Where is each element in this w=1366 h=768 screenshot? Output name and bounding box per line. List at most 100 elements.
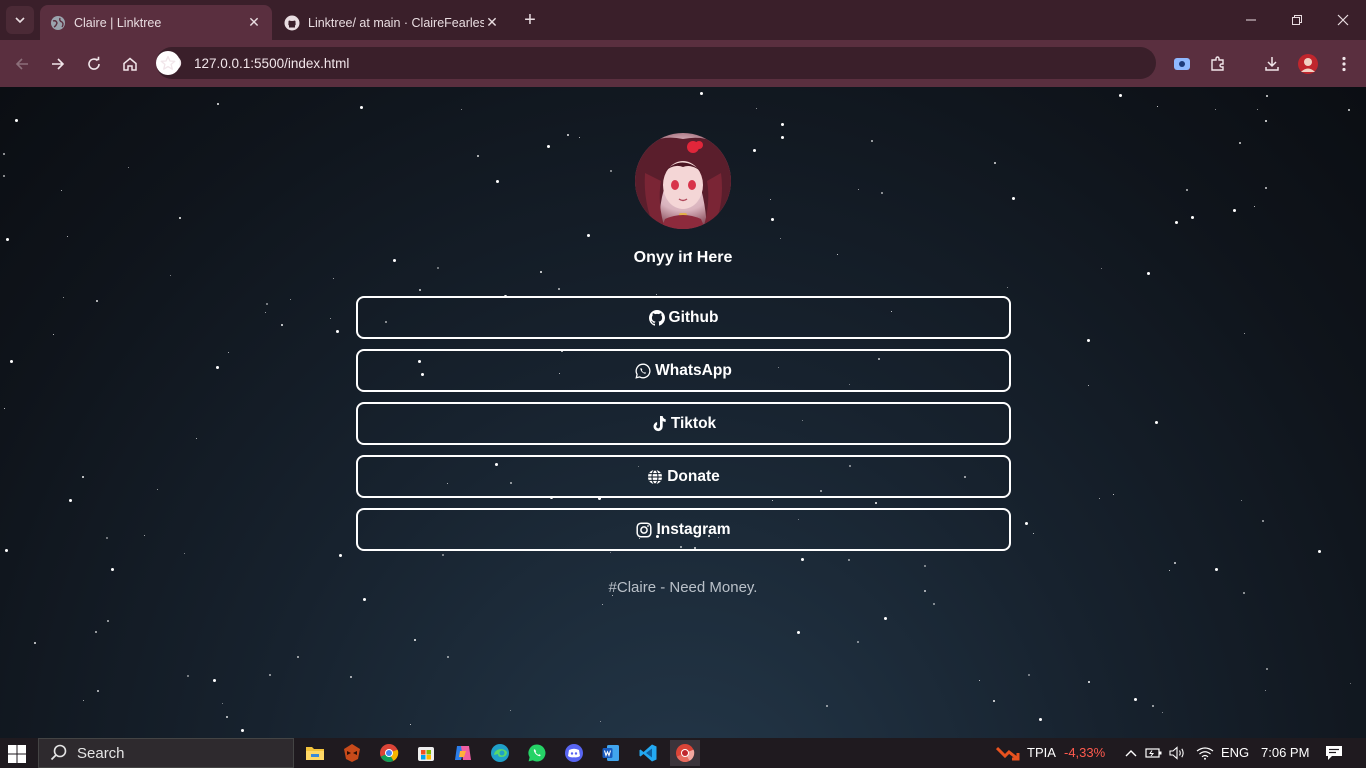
vscode-app[interactable] bbox=[633, 740, 663, 766]
language-indicator[interactable]: ENG bbox=[1221, 745, 1249, 760]
star-dot bbox=[477, 155, 479, 157]
star-dot bbox=[336, 330, 339, 333]
browser-menu-button[interactable] bbox=[1331, 51, 1357, 77]
tab-claire-linktree[interactable]: Claire | Linktree ✕ bbox=[40, 5, 272, 40]
tiktok-icon bbox=[651, 415, 667, 432]
stock-down-icon bbox=[996, 746, 1020, 761]
tab-close-icon[interactable]: ✕ bbox=[484, 14, 500, 31]
ms-store-app[interactable] bbox=[411, 740, 441, 766]
edge-icon bbox=[491, 744, 509, 762]
star-dot bbox=[1266, 95, 1268, 97]
star-dot bbox=[1169, 570, 1170, 571]
star-dot bbox=[107, 620, 109, 622]
whatsapp-link-button[interactable]: WhatsApp bbox=[356, 349, 1011, 392]
star-dot bbox=[333, 278, 334, 279]
star-dot bbox=[10, 360, 13, 363]
chrome-app[interactable] bbox=[374, 740, 404, 766]
wifi-icon bbox=[1196, 747, 1214, 760]
star-dot bbox=[61, 190, 62, 191]
star-dot bbox=[1318, 550, 1321, 553]
tab-github-repo[interactable]: Linktree/ at main · ClaireFearless ✕ bbox=[274, 5, 510, 40]
tiktok-link-button[interactable]: Tiktok bbox=[356, 402, 1011, 445]
instagram-link-button[interactable]: Instagram bbox=[356, 508, 1011, 551]
star-dot bbox=[1241, 500, 1242, 501]
stock-ticker[interactable]: TPIA bbox=[1027, 745, 1056, 760]
star-dot bbox=[753, 149, 756, 152]
folder-icon bbox=[306, 747, 324, 760]
clock-time[interactable]: 7:06 PM bbox=[1261, 745, 1309, 760]
star-dot bbox=[1025, 522, 1028, 525]
star-dot bbox=[1244, 333, 1245, 334]
wifi-tray-button[interactable] bbox=[1193, 740, 1217, 766]
chevron-down-icon bbox=[15, 17, 25, 24]
star-dot bbox=[213, 679, 216, 682]
star-dot bbox=[1233, 209, 1236, 212]
whatsapp-app[interactable] bbox=[522, 740, 552, 766]
star-dot bbox=[360, 106, 363, 109]
star-dot bbox=[700, 92, 703, 95]
notification-icon bbox=[1326, 746, 1342, 760]
star-dot bbox=[83, 700, 84, 701]
extensions-button[interactable] bbox=[1205, 51, 1231, 77]
star-dot bbox=[994, 162, 996, 164]
star-dot bbox=[610, 552, 611, 553]
close-icon bbox=[1337, 14, 1349, 26]
profile-picture bbox=[635, 133, 731, 229]
forward-button[interactable] bbox=[45, 51, 71, 77]
star-dot bbox=[1088, 385, 1089, 386]
battery-tray-button[interactable] bbox=[1143, 740, 1165, 766]
start-button[interactable] bbox=[6, 743, 28, 765]
new-tab-button[interactable]: + bbox=[518, 8, 542, 32]
notifications-button[interactable] bbox=[1320, 740, 1348, 766]
star-dot bbox=[756, 108, 757, 109]
discord-app[interactable] bbox=[559, 740, 589, 766]
donate-link-label: Donate bbox=[667, 467, 720, 485]
chrome-app-active[interactable] bbox=[670, 740, 700, 766]
vscode-icon bbox=[639, 744, 657, 762]
minimize-button[interactable] bbox=[1228, 0, 1274, 40]
file-explorer-app[interactable] bbox=[300, 740, 330, 766]
star-dot bbox=[266, 303, 268, 305]
star-dot bbox=[1257, 109, 1258, 110]
restore-button[interactable] bbox=[1274, 0, 1320, 40]
star-dot bbox=[1028, 674, 1030, 676]
chrome-icon bbox=[380, 744, 399, 762]
star-dot bbox=[63, 297, 64, 298]
volume-tray-button[interactable] bbox=[1166, 740, 1190, 766]
star-dot bbox=[96, 300, 98, 302]
github-link-label: Github bbox=[668, 308, 719, 326]
show-hidden-icons-button[interactable] bbox=[1120, 740, 1142, 766]
star-dot bbox=[217, 103, 219, 105]
donate-link-button[interactable]: Donate bbox=[356, 455, 1011, 498]
copilot-app[interactable] bbox=[448, 740, 478, 766]
tab-title: Linktree/ at main · ClaireFearless bbox=[308, 15, 484, 30]
home-button[interactable] bbox=[117, 51, 143, 77]
profile-avatar-button[interactable] bbox=[1295, 51, 1321, 77]
game-app[interactable] bbox=[337, 740, 367, 766]
github-link-button[interactable]: Github bbox=[356, 296, 1011, 339]
stock-widget-icon[interactable] bbox=[994, 740, 1022, 766]
extension-screen-button[interactable] bbox=[1169, 51, 1195, 77]
tab-close-icon[interactable]: ✕ bbox=[246, 14, 262, 31]
anime-avatar-image bbox=[635, 133, 731, 229]
star-dot bbox=[933, 603, 935, 605]
star-dot bbox=[871, 140, 873, 142]
star-dot bbox=[5, 549, 8, 552]
star-dot bbox=[924, 565, 926, 567]
word-app[interactable] bbox=[596, 740, 626, 766]
address-bar[interactable]: 127.0.0.1:5500/index.html bbox=[156, 47, 1156, 79]
star-dot bbox=[128, 167, 129, 168]
star-dot bbox=[772, 500, 773, 501]
bookmark-star-button[interactable] bbox=[156, 51, 180, 75]
back-button[interactable] bbox=[9, 51, 35, 77]
speaker-icon bbox=[1169, 746, 1184, 760]
tab-search-button[interactable] bbox=[6, 6, 34, 34]
edge-app[interactable] bbox=[485, 740, 515, 766]
star-dot bbox=[781, 123, 784, 126]
close-window-button[interactable] bbox=[1320, 0, 1366, 40]
copilot-icon bbox=[455, 746, 471, 760]
taskbar-search-box[interactable]: Search bbox=[38, 738, 294, 768]
downloads-button[interactable] bbox=[1259, 51, 1285, 77]
reload-button[interactable] bbox=[81, 51, 107, 77]
kebab-menu-icon bbox=[1342, 56, 1346, 72]
